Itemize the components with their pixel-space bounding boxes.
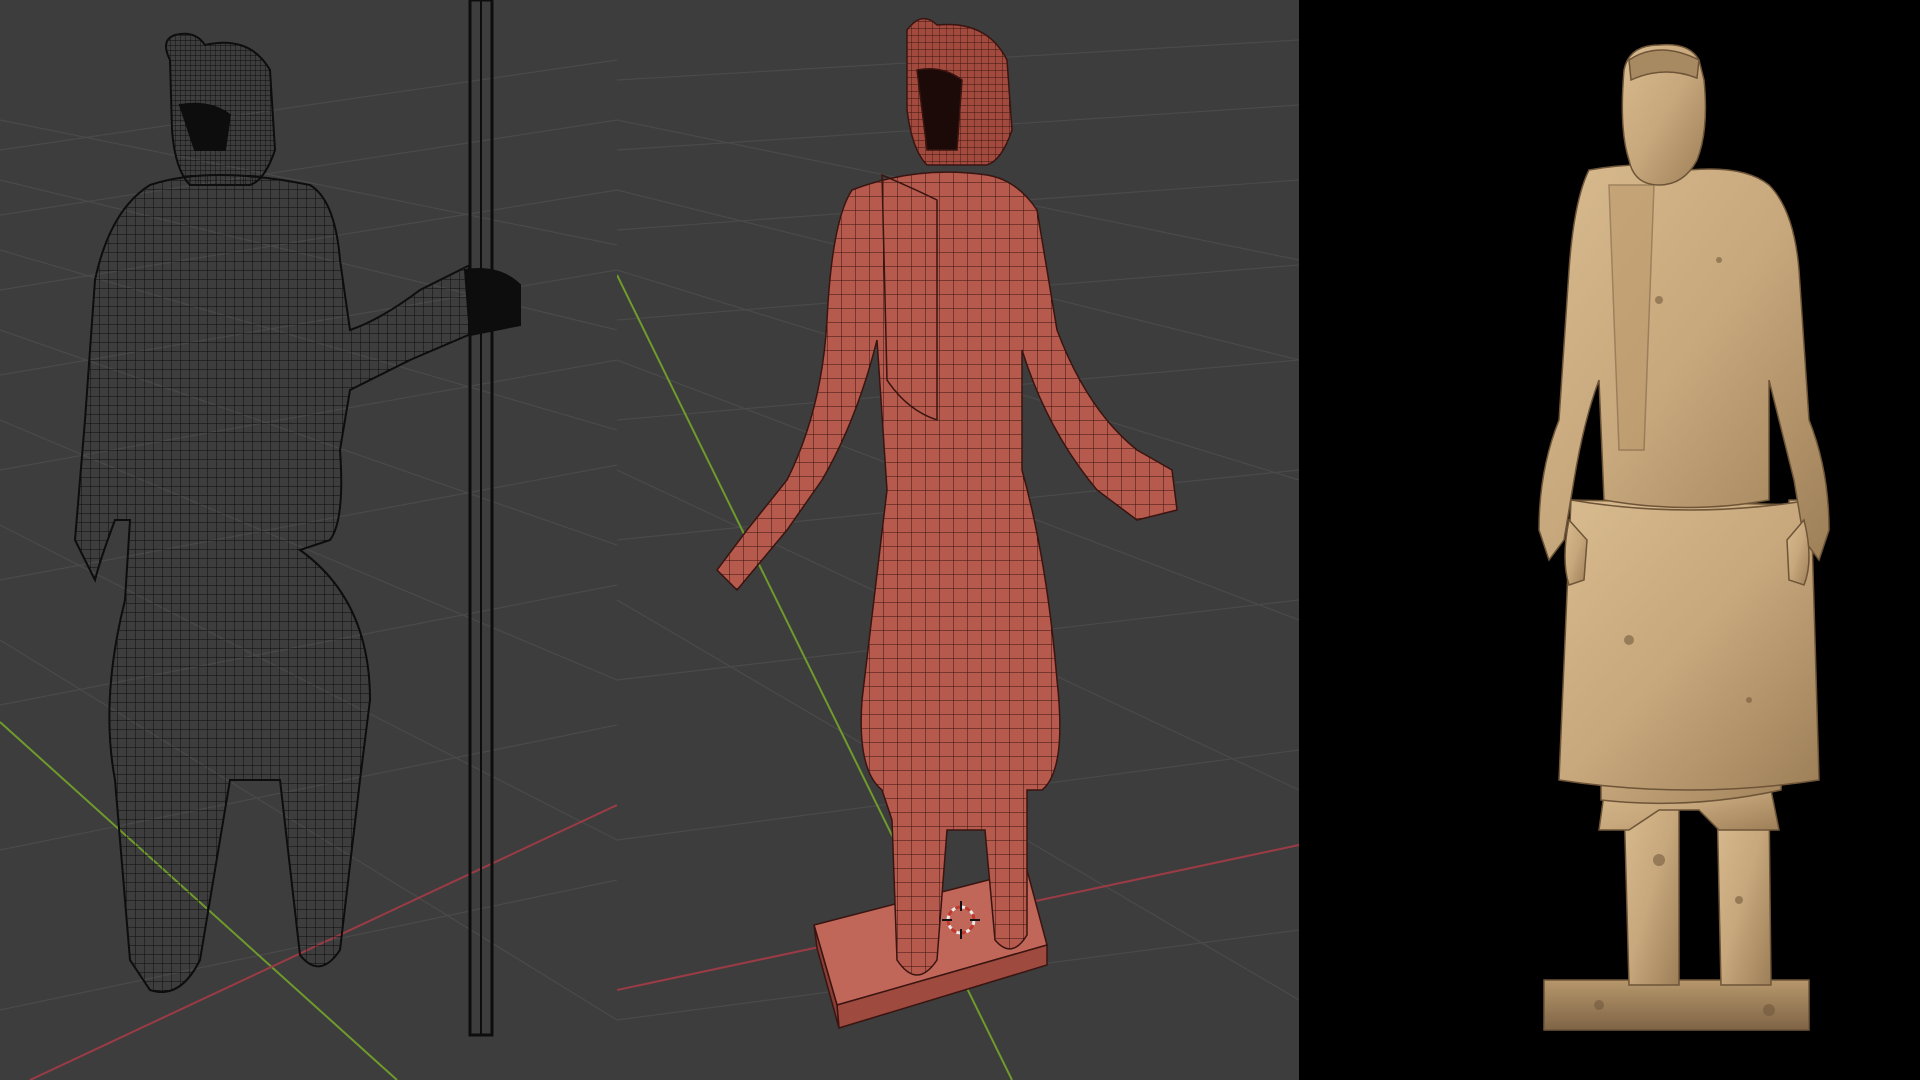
final-render-canvas (1299, 0, 1920, 1080)
comparison-stage (0, 0, 1920, 1080)
solid-viewport[interactable] (617, 0, 1299, 1080)
solid-viewport-canvas (617, 0, 1299, 1080)
final-render (1299, 0, 1920, 1080)
wireframe-viewport-canvas (0, 0, 617, 1080)
wireframe-viewport[interactable] (0, 0, 617, 1080)
